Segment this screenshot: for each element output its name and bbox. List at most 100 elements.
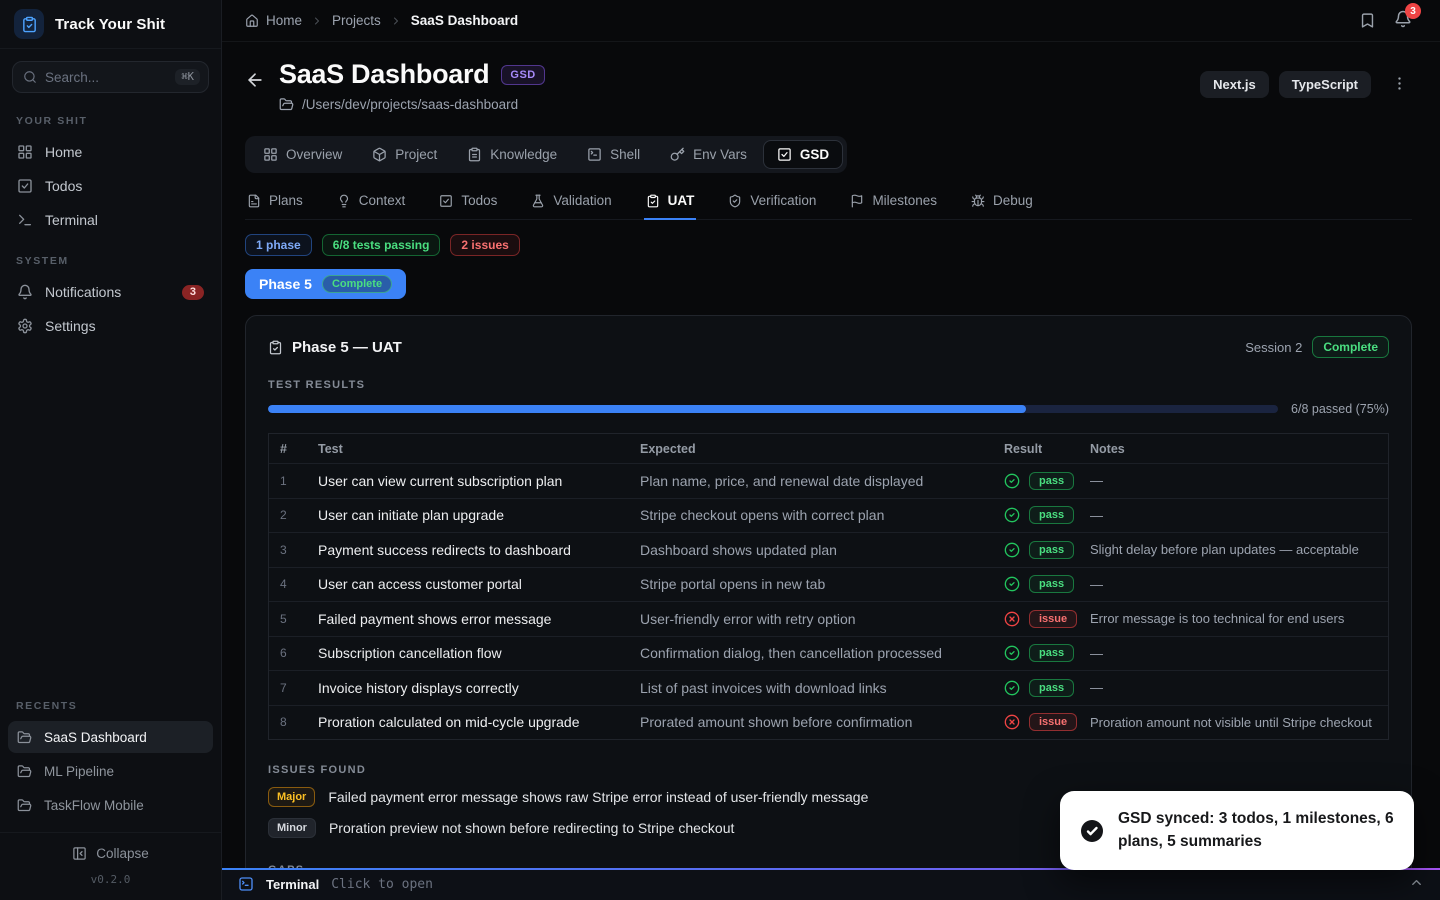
- shield-check-icon: [730, 194, 741, 207]
- table-header-row: # Test Expected Result Notes: [269, 434, 1388, 463]
- terminal-square-icon: [239, 877, 253, 891]
- bug-icon: [971, 194, 985, 207]
- phase-count-pill: 1 phase: [245, 234, 312, 256]
- tab-label: Overview: [286, 147, 343, 162]
- subtab-uat[interactable]: UAT: [643, 191, 697, 220]
- result-badge: pass: [1029, 506, 1075, 525]
- sidebar-item-label: Terminal: [45, 212, 98, 228]
- tag-typescript[interactable]: TypeScript: [1278, 71, 1371, 98]
- sidebar-item-todos[interactable]: Todos: [8, 170, 213, 202]
- breadcrumb-label: SaaS Dashboard: [410, 13, 519, 28]
- tab-label: Project: [395, 147, 438, 162]
- row-expected: Prorated amount shown before confirmatio…: [640, 714, 913, 731]
- chevron-up-icon: [1412, 880, 1421, 885]
- subtab-todos[interactable]: Todos: [437, 191, 499, 220]
- header-actions: Next.js TypeScript: [1200, 71, 1412, 98]
- col-header-result: Result: [1004, 441, 1043, 456]
- tab-knowledge[interactable]: Knowledge: [453, 140, 571, 169]
- back-button[interactable]: [245, 70, 265, 93]
- clipboard-check-icon: [22, 16, 36, 32]
- clipboard-check-icon: [269, 340, 282, 354]
- breadcrumb-home[interactable]: Home: [245, 13, 302, 28]
- row-notes: —: [1090, 473, 1103, 489]
- main-area: Home Projects SaaS Dashboard 3 SaaS Dash…: [222, 0, 1440, 900]
- terminal-expand-button[interactable]: [1409, 875, 1424, 893]
- search-shortcut: ⌘K: [175, 69, 200, 85]
- subtab-debug[interactable]: Debug: [969, 191, 1035, 220]
- notifications-count-badge: 3: [181, 284, 204, 300]
- row-result: pass: [1004, 575, 1090, 594]
- recent-item-label: ML Pipeline: [44, 763, 115, 779]
- dashboard-icon: [18, 145, 32, 159]
- phase-5-button[interactable]: Phase 5 Complete: [245, 269, 407, 299]
- row-notes: Proration amount not visible until Strip…: [1090, 714, 1372, 730]
- subtab-label: UAT: [667, 193, 695, 208]
- app-title: Track Your Shit: [55, 15, 166, 33]
- terminal-square-icon: [588, 148, 601, 161]
- key-icon: [670, 147, 685, 161]
- row-notes: —: [1090, 680, 1103, 696]
- sidebar-item-home[interactable]: Home: [8, 136, 213, 168]
- severity-badge-minor: Minor: [268, 818, 316, 838]
- more-menu-button[interactable]: [1387, 75, 1412, 95]
- terminal-bar[interactable]: Terminal Click to open: [222, 868, 1440, 900]
- card-title: Phase 5 — UAT: [292, 338, 402, 356]
- issue-text: Proration preview not shown before redir…: [328, 820, 735, 836]
- subtab-context[interactable]: Context: [335, 191, 408, 220]
- row-num: 6: [280, 646, 287, 661]
- card-header-right: Session 2 Complete: [1245, 336, 1389, 358]
- recent-item-ml-pipeline[interactable]: ML Pipeline: [8, 755, 213, 787]
- card-header: Phase 5 — UAT Session 2 Complete: [268, 336, 1389, 358]
- breadcrumb-label: Home: [266, 13, 303, 28]
- sidebar-item-notifications[interactable]: Notifications 3: [8, 276, 213, 308]
- result-badge: issue: [1029, 609, 1078, 628]
- notifications-button[interactable]: 3: [1394, 3, 1421, 31]
- gsd-subtabs: Plans Context Todos Validation UAT Verif…: [245, 191, 1412, 220]
- collapse-button[interactable]: Collapse: [0, 833, 221, 865]
- subtab-validation[interactable]: Validation: [529, 191, 613, 220]
- recent-item-taskflow-mobile[interactable]: TaskFlow Mobile: [8, 789, 213, 821]
- recent-item-label: SaaS Dashboard: [44, 729, 147, 745]
- chevron-right-icon: [393, 17, 398, 24]
- tag-nextjs[interactable]: Next.js: [1200, 71, 1269, 98]
- row-expected: Stripe checkout opens with correct plan: [640, 507, 885, 524]
- phase-selector-row: Phase 5 Complete: [245, 269, 1412, 299]
- summary-pills: 1 phase 6/8 tests passing 2 issues: [245, 234, 1412, 256]
- table-row: 1 User can view current subscription pla…: [269, 463, 1388, 498]
- test-results-table: # Test Expected Result Notes 1 User can …: [268, 433, 1389, 740]
- row-notes: —: [1090, 576, 1103, 592]
- tab-shell[interactable]: Shell: [573, 140, 654, 169]
- subtab-milestones[interactable]: Milestones: [848, 191, 939, 220]
- tab-overview[interactable]: Overview: [249, 140, 356, 169]
- clipboard-check-icon: [647, 194, 658, 207]
- tab-gsd[interactable]: GSD: [762, 140, 844, 169]
- circle-check-icon: [1004, 680, 1020, 696]
- bookmark-icon[interactable]: [1359, 12, 1376, 29]
- col-header-test: Test: [318, 441, 343, 456]
- breadcrumb-current: SaaS Dashboard: [411, 13, 518, 28]
- row-expected: Plan name, price, and renewal date displ…: [640, 472, 924, 489]
- terminal-hint: Click to open: [331, 876, 433, 892]
- subtab-plans[interactable]: Plans: [245, 191, 305, 220]
- sidebar: Track Your Shit Search... ⌘K YOUR SHIT H…: [0, 0, 222, 900]
- bell-icon: [18, 284, 32, 300]
- search-input[interactable]: Search... ⌘K: [12, 61, 209, 93]
- recent-item-saas-dashboard[interactable]: SaaS Dashboard: [8, 721, 213, 753]
- tab-project[interactable]: Project: [358, 140, 451, 169]
- sync-toast: GSD synced: 3 todos, 1 milestones, 6 pla…: [1060, 791, 1414, 870]
- subtab-label: Debug: [992, 193, 1033, 208]
- tab-env-vars[interactable]: Env Vars: [656, 140, 761, 169]
- row-test: User can view current subscription plan: [318, 472, 563, 489]
- table-row: 4 User can access customer portal Stripe…: [269, 566, 1388, 602]
- notification-count-badge: 3: [1405, 3, 1421, 19]
- table-row: 6 Subscription cancellation flow Confirm…: [269, 635, 1388, 671]
- tab-label: GSD: [799, 147, 830, 162]
- subtab-verification[interactable]: Verification: [726, 191, 818, 220]
- row-test: Proration calculated on mid-cycle upgrad…: [318, 714, 580, 731]
- sidebar-item-settings[interactable]: Settings: [8, 310, 213, 342]
- sidebar-item-terminal[interactable]: Terminal: [8, 204, 213, 236]
- breadcrumb-projects[interactable]: Projects: [332, 13, 381, 28]
- recent-item-label: TaskFlow Mobile: [44, 797, 144, 813]
- result-badge: issue: [1029, 713, 1078, 732]
- row-test: Failed payment shows error message: [318, 610, 552, 627]
